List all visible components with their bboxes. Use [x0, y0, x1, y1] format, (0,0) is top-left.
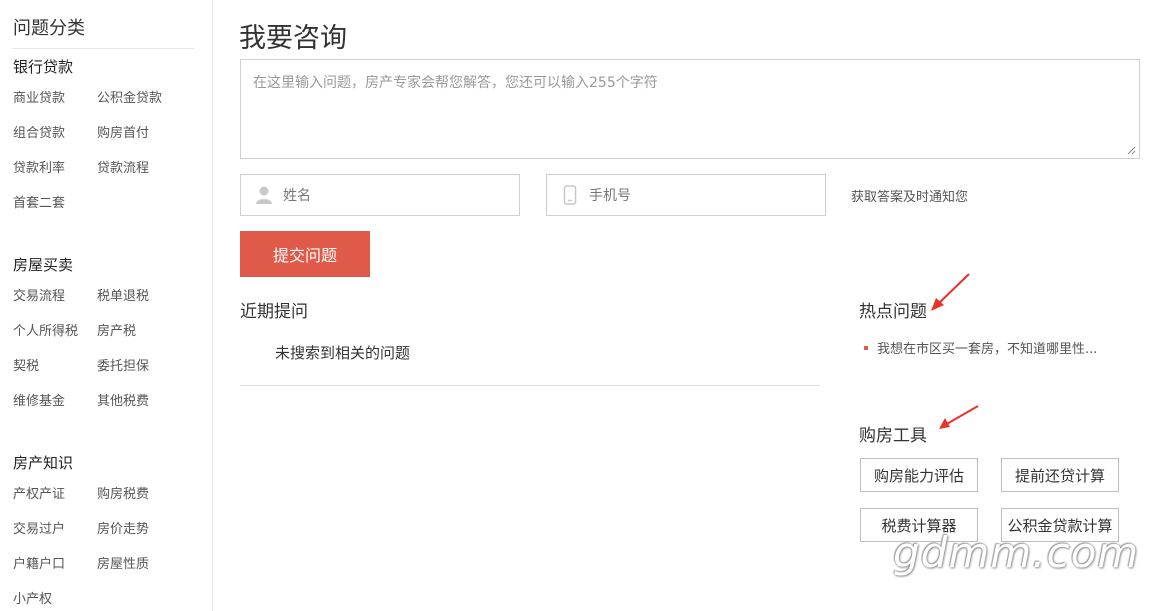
bullet-icon	[864, 345, 868, 350]
hot-question-text: 我想在市区买一套房，不知道哪里性...	[877, 342, 1098, 357]
hot-question-item[interactable]: 我想在市区买一套房，不知道哪里性...	[864, 338, 1097, 357]
sidebar-link[interactable]: 组合贷款	[13, 122, 65, 141]
notify-hint: 获取答案及时通知您	[851, 190, 969, 205]
sidebar-link[interactable]: 首套二套	[13, 192, 65, 211]
question-textarea[interactable]	[251, 70, 1135, 154]
prepayment-calculator-button[interactable]: 提前还贷计算	[1001, 458, 1119, 492]
affordability-assessment-button[interactable]: 购房能力评估	[860, 458, 978, 492]
sidebar-link[interactable]: 委托担保	[97, 355, 149, 374]
sidebar-link[interactable]: 税单退税	[97, 285, 149, 304]
question-box	[240, 59, 1140, 159]
tools-title: 购房工具	[859, 426, 927, 446]
sidebar-link[interactable]: 个人所得税	[13, 320, 78, 339]
phone-icon	[563, 185, 577, 205]
annotation-arrow-icon	[939, 405, 979, 429]
sidebar-link[interactable]: 产权产证	[13, 483, 65, 502]
sidebar-link[interactable]: 户籍户口	[13, 553, 65, 572]
sidebar-link[interactable]: 交易流程	[13, 285, 65, 304]
category-sidebar: 问题分类 银行贷款 商业贷款 公积金贷款 组合贷款 购房首付 贷款利率 贷款流程…	[0, 0, 213, 611]
page-title: 我要咨询	[239, 23, 347, 54]
user-icon	[256, 186, 272, 204]
sidebar-link[interactable]: 其他税费	[97, 390, 149, 409]
sidebar-link[interactable]: 交易过户	[13, 518, 65, 537]
hot-questions-title: 热点问题	[859, 302, 927, 322]
sidebar-link[interactable]: 维修基金	[13, 390, 65, 409]
submit-question-button[interactable]: 提交问题	[240, 231, 370, 277]
sidebar-link[interactable]: 贷款流程	[97, 157, 149, 176]
resize-handle-icon[interactable]	[1127, 146, 1136, 155]
group-title-bank-loans: 银行贷款	[13, 58, 74, 76]
recent-questions-title: 近期提问	[240, 302, 308, 322]
sidebar-link[interactable]: 贷款利率	[13, 157, 65, 176]
name-field	[240, 174, 520, 217]
watermark: gdmm.com	[893, 528, 1140, 577]
group-title-property-knowledge: 房产知识	[13, 454, 74, 472]
recent-empty-message: 未搜索到相关的问题	[275, 344, 411, 362]
recent-divider	[240, 385, 820, 386]
sidebar-link[interactable]: 房屋性质	[97, 553, 149, 572]
name-input[interactable]	[281, 175, 515, 217]
group-title-house-trading: 房屋买卖	[13, 256, 74, 274]
sidebar-link[interactable]: 契税	[13, 355, 39, 374]
annotation-arrow-icon	[931, 273, 970, 311]
phone-input[interactable]	[587, 175, 821, 217]
sidebar-link[interactable]: 购房首付	[97, 122, 149, 141]
sidebar-link[interactable]: 购房税费	[97, 483, 149, 502]
sidebar-title: 问题分类	[13, 18, 85, 39]
sidebar-link[interactable]: 小产权	[13, 588, 52, 607]
sidebar-link[interactable]: 商业贷款	[13, 87, 65, 106]
sidebar-link[interactable]: 公积金贷款	[97, 87, 162, 106]
phone-field	[546, 174, 826, 217]
sidebar-link[interactable]: 房价走势	[97, 518, 149, 537]
sidebar-link[interactable]: 房产税	[97, 320, 136, 339]
sidebar-divider	[12, 48, 194, 49]
